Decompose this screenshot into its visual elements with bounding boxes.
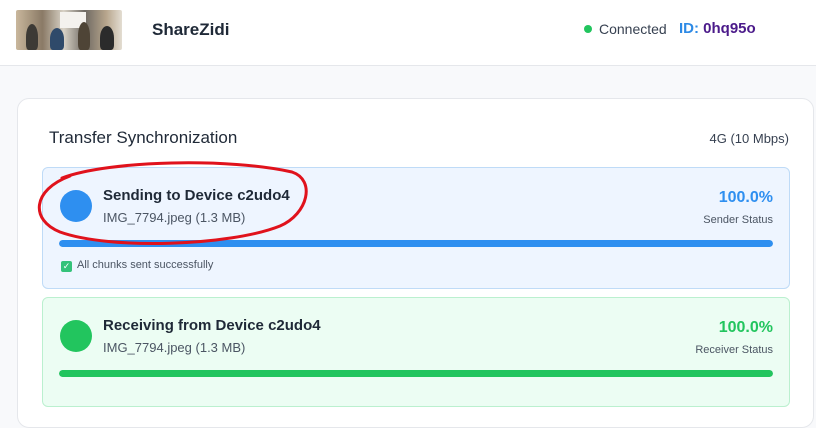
sender-percent: 100.0% (718, 189, 773, 206)
receiver-progress-fill (59, 370, 773, 377)
sender-check-message: All chunks sent successfully (77, 259, 214, 271)
device-id-label: ID: (679, 20, 699, 37)
receiver-title: Receiving from Device c2udo4 (103, 317, 321, 334)
receiver-file-info: IMG_7794.jpeg (1.3 MB) (103, 340, 246, 355)
receiver-panel: Receiving from Device c2udo4 IMG_7794.jp… (42, 297, 790, 407)
sender-progress-bar (59, 240, 773, 247)
sender-check-row: ✓ All chunks sent successfully (61, 259, 213, 272)
connection-status-text: Connected (599, 21, 667, 37)
device-id: ID: 0hq95o (679, 20, 756, 37)
checkbox-checked-icon: ✓ (61, 261, 72, 272)
receiver-status-label: Receiver Status (695, 344, 773, 356)
receiver-percent: 100.0% (718, 319, 773, 336)
receiver-progress-bar (59, 370, 773, 377)
card-title: Transfer Synchronization (49, 128, 238, 147)
connection-status-dot-icon (584, 25, 592, 33)
sender-panel: Sending to Device c2udo4 IMG_7794.jpeg (… (42, 167, 790, 289)
receiver-avatar-icon (60, 320, 92, 352)
sender-file-info: IMG_7794.jpeg (1.3 MB) (103, 210, 246, 225)
network-speed: 4G (10 Mbps) (709, 131, 789, 146)
app-header: ShareZidi Connected ID: 0hq95o (0, 0, 816, 66)
device-id-value: 0hq95o (703, 20, 756, 37)
app-name: ShareZidi (152, 20, 230, 39)
app-logo-image (16, 10, 122, 50)
sender-title: Sending to Device c2udo4 (103, 187, 290, 204)
sender-avatar-icon (60, 190, 92, 222)
transfer-card: Transfer Synchronization 4G (10 Mbps) Se… (17, 98, 814, 428)
sender-progress-fill (59, 240, 773, 247)
sender-status-label: Sender Status (703, 214, 773, 226)
